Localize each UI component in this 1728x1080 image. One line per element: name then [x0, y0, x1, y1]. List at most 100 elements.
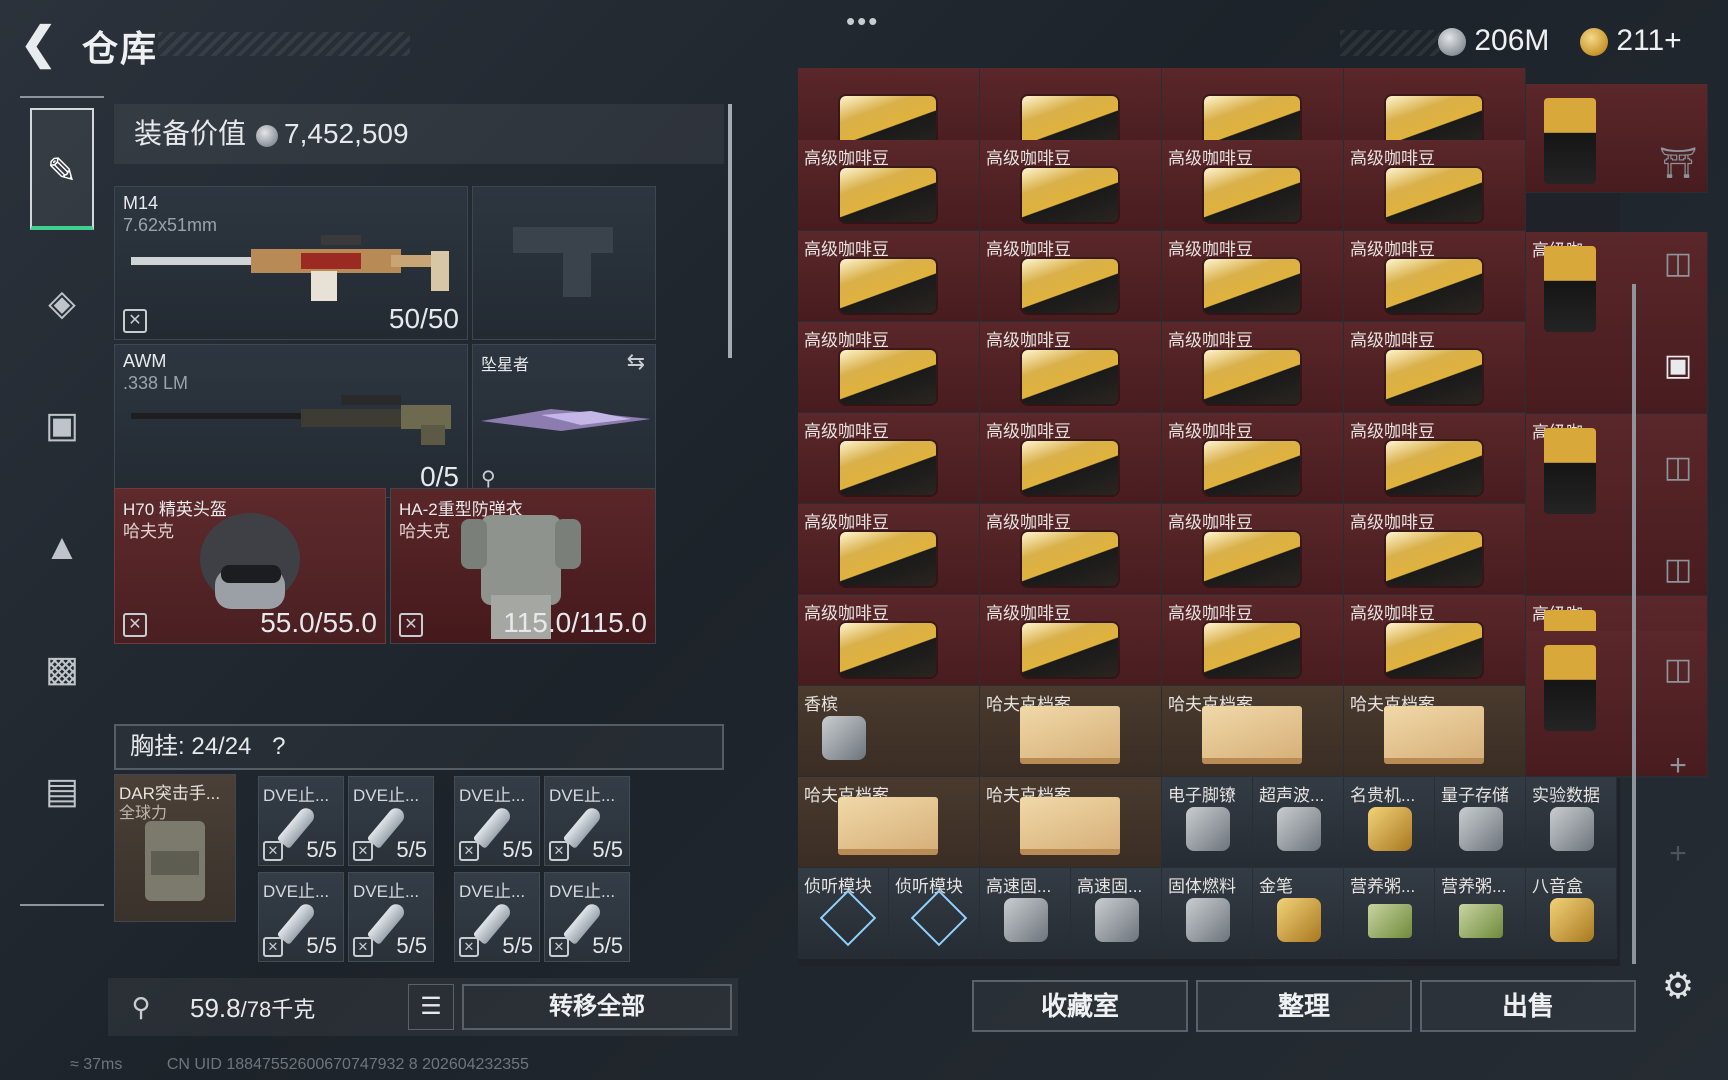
rig-help-button[interactable]: ? — [272, 733, 285, 760]
stash-item[interactable]: 高级咖啡豆 — [798, 140, 980, 231]
ammo-slot[interactable]: DVE止... ✕ 5/5 — [348, 776, 434, 866]
more-menu-button[interactable]: ••• — [846, 6, 879, 37]
stash-item[interactable]: 固体燃料 — [1162, 868, 1253, 959]
star-blade-image — [481, 409, 651, 431]
nav-bag-tab[interactable]: ▲ — [30, 486, 94, 608]
stash-item[interactable]: 高级咖啡豆 — [1344, 322, 1526, 413]
stash-item[interactable]: 实验数据 — [1526, 777, 1617, 868]
back-button[interactable]: ❮ — [20, 22, 60, 66]
ammo-slot[interactable]: DVE止... ✕ 5/5 — [454, 872, 540, 962]
stash-item[interactable]: 高速固... — [1071, 868, 1162, 959]
stash-item[interactable]: 高级咖啡豆 — [980, 140, 1162, 231]
stash-item-label: 实验数据 — [1532, 786, 1600, 805]
stash-item[interactable]: 高级咖啡豆 — [798, 504, 980, 595]
list-view-button[interactable]: ☰ — [408, 984, 454, 1030]
nav-container-tab[interactable]: ▩ — [30, 608, 94, 730]
organize-button[interactable]: 整理 — [1196, 980, 1412, 1032]
stash-item[interactable]: 高级咖啡豆 — [798, 595, 980, 686]
settings-button[interactable]: ⚙ — [1652, 956, 1704, 1016]
stash-item[interactable]: 高级咖啡豆 — [1344, 504, 1526, 595]
stash-item[interactable]: 高速固... — [980, 868, 1071, 959]
stash-item[interactable]: 高级咖啡豆 — [1344, 595, 1526, 686]
ammo-slot[interactable]: DVE止... ✕ 5/5 — [544, 872, 630, 962]
ammo-slot[interactable]: DVE止... ✕ 5/5 — [348, 872, 434, 962]
stash-item-label: 高级咖啡豆 — [804, 331, 889, 350]
stash-item[interactable]: 高级咖啡豆 — [1344, 140, 1526, 231]
stash-item[interactable]: 侦听模块 — [889, 868, 980, 959]
stash-item[interactable]: 哈夫克档案 — [980, 686, 1162, 777]
stash-item[interactable]: 哈夫克档案 — [798, 777, 980, 868]
stash-scrollbar[interactable] — [1632, 284, 1636, 964]
stash-item[interactable]: 高级咖啡豆 — [1162, 413, 1344, 504]
stash-item[interactable]: 高级咖啡豆 — [1162, 504, 1344, 595]
currency-hafu-coin[interactable]: 206M — [1438, 24, 1549, 58]
stash-item[interactable]: 金笔 — [1253, 868, 1344, 959]
sell-button[interactable]: 出售 — [1420, 980, 1636, 1032]
nav-weapon-tab[interactable]: ✎ — [30, 108, 94, 230]
stash-tab-4[interactable]: ◫ — [1652, 234, 1704, 294]
stash-item[interactable]: 高级咖啡豆 — [980, 595, 1162, 686]
stash-tab-4b[interactable]: ◫ — [1652, 640, 1704, 700]
nav-armor-tab[interactable]: ▣ — [30, 364, 94, 486]
stash-item[interactable]: 超声波... — [1253, 777, 1344, 868]
transfer-all-button[interactable]: 转移全部 — [462, 984, 732, 1030]
stash-item[interactable]: 哈夫克档案 — [1344, 686, 1526, 777]
primary-weapon-slot[interactable]: M14 7.62x51mm ✕ 50/50 — [114, 186, 468, 340]
briefcase-icon: ▤ — [44, 770, 79, 811]
stash-item[interactable]: 高级咖啡豆 — [798, 322, 980, 413]
stash-item[interactable]: 香槟 — [798, 686, 980, 777]
stash-item[interactable]: 侦听模块 — [798, 868, 889, 959]
stash-item[interactable]: 高级咖啡豆 — [1162, 322, 1344, 413]
ammo-slot[interactable]: DVE止... ✕ 5/5 — [258, 872, 344, 962]
coffee-icon — [840, 441, 936, 495]
nav-vest-tab[interactable]: ◈ — [30, 242, 94, 364]
stash-item[interactable]: 电子脚镣 — [1162, 777, 1253, 868]
coffee-icon — [1386, 350, 1482, 404]
ammo-slot[interactable]: DVE止... ✕ 5/5 — [544, 776, 630, 866]
swap-icon[interactable]: ⇆ — [627, 349, 645, 375]
stash-item[interactable]: 高级咖啡豆 — [798, 231, 980, 322]
stash-item[interactable]: 哈夫克档案 — [980, 777, 1162, 868]
ammo-count: 5/5 — [592, 837, 623, 862]
stash-item[interactable]: 高级咖啡豆 — [798, 413, 980, 504]
add-stash-button[interactable]: + — [1652, 736, 1704, 796]
stash-item[interactable]: 营养粥... — [1435, 868, 1526, 959]
nav-case-tab[interactable]: ▤ — [30, 730, 94, 852]
currency-triangle-coin[interactable]: 211+ — [1580, 24, 1682, 58]
helmet-slot[interactable]: H70 精英头盔 哈夫克 ✕ 55.0/55.0 — [114, 488, 386, 644]
armor-slot[interactable]: HA-2重型防弹衣 哈夫克 ✕ 115.0/115.0 — [390, 488, 656, 644]
stash-item[interactable]: 营养粥... — [1344, 868, 1435, 959]
chest-rig-slot[interactable]: DAR突击手... 全球力 — [114, 774, 236, 922]
stash-item[interactable]: 高级咖啡豆 — [1344, 231, 1526, 322]
stash-item[interactable]: 高级咖啡豆 — [1162, 231, 1344, 322]
stash-item[interactable]: 高级咖啡豆 — [980, 504, 1162, 595]
lock-toggle-button[interactable]: ⚲ — [116, 982, 166, 1032]
ammo-count: 5/5 — [396, 837, 427, 862]
stash-tab-main[interactable]: ⛩ — [1652, 134, 1704, 194]
stash-item[interactable]: 高级咖啡豆 — [980, 231, 1162, 322]
pistol-slot-empty[interactable] — [472, 186, 656, 340]
ammo-slot[interactable]: DVE止... ✕ 5/5 — [454, 776, 540, 866]
ammo-count: 5/5 — [502, 837, 533, 862]
coffee-icon — [1022, 441, 1118, 495]
ammo-slot[interactable]: DVE止... ✕ 5/5 — [258, 776, 344, 866]
stash-item[interactable]: 高级咖啡豆 — [1162, 595, 1344, 686]
stash-item[interactable]: 高级咖啡豆 — [1162, 140, 1344, 231]
stash-item[interactable]: 高级咖啡豆 — [1344, 413, 1526, 504]
ammo-count: 5/5 — [396, 933, 427, 958]
melee-slot[interactable]: 坠星者 ⇆ ⚲ — [472, 344, 656, 498]
stash-item[interactable]: 量子存储 — [1435, 777, 1526, 868]
stash-item-label: 高级咖啡豆 — [986, 422, 1071, 441]
stash-item[interactable]: 八音盒 — [1526, 868, 1617, 959]
stash-item[interactable]: 高级咖啡豆 — [980, 322, 1162, 413]
collection-room-button[interactable]: 收藏室 — [972, 980, 1188, 1032]
secondary-weapon-slot[interactable]: AWM .338 LM 0/5 — [114, 344, 468, 498]
misc-icon — [1186, 898, 1230, 942]
stash-item[interactable]: 高级咖啡豆 — [980, 413, 1162, 504]
equipment-scrollbar[interactable] — [728, 104, 732, 358]
stash-tab-3a[interactable]: ◫ — [1652, 438, 1704, 498]
stash-tab-selected[interactable]: ▣ — [1652, 336, 1704, 396]
stash-item[interactable]: 名贵机... — [1344, 777, 1435, 868]
stash-item[interactable]: 哈夫克档案 — [1162, 686, 1344, 777]
stash-tab-3b[interactable]: ◫ — [1652, 540, 1704, 600]
